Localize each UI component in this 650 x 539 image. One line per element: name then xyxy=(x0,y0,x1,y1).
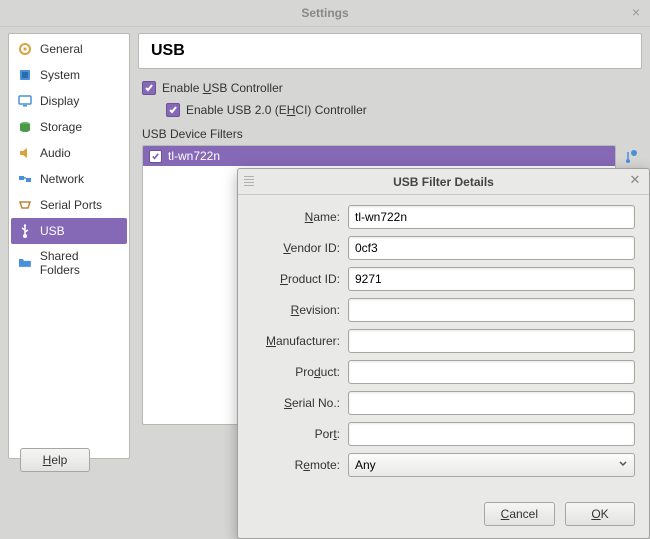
enable-ehci-checkbox[interactable] xyxy=(166,103,180,117)
chip-icon xyxy=(17,67,33,83)
enable-ehci-label: Enable USB 2.0 (EHCI) Controller xyxy=(186,103,367,117)
serial-field[interactable] xyxy=(348,391,635,415)
sidebar-item-label: General xyxy=(40,42,83,56)
sidebar-item-label: Storage xyxy=(40,120,82,134)
window-title: Settings xyxy=(0,6,650,20)
enable-ehci-row: Enable USB 2.0 (EHCI) Controller xyxy=(166,103,642,117)
gear-icon xyxy=(17,41,33,57)
grip-icon xyxy=(244,176,254,188)
remote-select[interactable]: Any xyxy=(348,453,635,477)
sidebar-item-audio[interactable]: Audio xyxy=(11,140,127,166)
filters-section-label: USB Device Filters xyxy=(142,127,642,141)
revision-field[interactable] xyxy=(348,298,635,322)
sidebar-item-usb[interactable]: USB xyxy=(11,218,127,244)
window-titlebar: Settings × xyxy=(0,0,650,27)
usb-filter-details-dialog: USB Filter Details ✕ Name: Vendor ID: Pr… xyxy=(237,168,650,539)
manufacturer-field[interactable] xyxy=(348,329,635,353)
vendor-id-label: Vendor ID: xyxy=(252,241,348,255)
speaker-icon xyxy=(17,145,33,161)
port-field[interactable] xyxy=(348,422,635,446)
port-label: Port: xyxy=(252,427,348,441)
enable-usb-row: Enable USB Controller xyxy=(142,81,642,95)
sidebar-item-general[interactable]: General xyxy=(11,36,127,62)
vendor-id-field[interactable] xyxy=(348,236,635,260)
name-field[interactable] xyxy=(348,205,635,229)
help-button[interactable]: Help xyxy=(20,448,90,472)
product-label: Product: xyxy=(252,365,348,379)
enable-usb-label: Enable USB Controller xyxy=(162,81,283,95)
dialog-close-button[interactable]: ✕ xyxy=(627,173,643,189)
sidebar-item-label: Serial Ports xyxy=(40,198,102,212)
dialog-title: USB Filter Details xyxy=(238,175,649,189)
filter-item-label: tl-wn722n xyxy=(168,149,220,163)
product-id-label: Product ID: xyxy=(252,272,348,286)
page-title: USB xyxy=(138,33,642,69)
disk-icon xyxy=(17,119,33,135)
sidebar-item-storage[interactable]: Storage xyxy=(11,114,127,140)
sidebar-item-label: Display xyxy=(40,94,79,108)
settings-sidebar: General System Display Storage Audio Net… xyxy=(8,33,130,459)
remote-select-value: Any xyxy=(355,458,376,472)
dialog-body: Name: Vendor ID: Product ID: Revision: M… xyxy=(238,195,649,496)
sidebar-item-label: USB xyxy=(40,224,65,238)
network-icon xyxy=(17,171,33,187)
usb-filter-item[interactable]: tl-wn722n xyxy=(143,146,615,166)
sidebar-item-label: Audio xyxy=(40,146,71,160)
sidebar-item-shared-folders[interactable]: Shared Folders xyxy=(11,244,127,282)
manufacturer-label: Manufacturer: xyxy=(252,334,348,348)
usb-icon xyxy=(17,223,33,239)
serial-label: Serial No.: xyxy=(252,396,348,410)
dialog-footer: Cancel OK xyxy=(238,496,649,538)
sidebar-item-network[interactable]: Network xyxy=(11,166,127,192)
revision-label: Revision: xyxy=(252,303,348,317)
sidebar-item-label: Network xyxy=(40,172,84,186)
sidebar-item-display[interactable]: Display xyxy=(11,88,127,114)
filter-item-checkbox[interactable] xyxy=(149,150,162,163)
sidebar-item-serial-ports[interactable]: Serial Ports xyxy=(11,192,127,218)
sidebar-item-system[interactable]: System xyxy=(11,62,127,88)
cancel-button[interactable]: Cancel xyxy=(484,502,555,526)
sidebar-item-label: System xyxy=(40,68,80,82)
name-label: Name: xyxy=(252,210,348,224)
add-empty-filter-button[interactable] xyxy=(620,147,640,167)
folder-icon xyxy=(17,255,33,271)
ok-button[interactable]: OK xyxy=(565,502,635,526)
dialog-titlebar: USB Filter Details ✕ xyxy=(238,169,649,195)
product-id-field[interactable] xyxy=(348,267,635,291)
serial-icon xyxy=(17,197,33,213)
product-field[interactable] xyxy=(348,360,635,384)
monitor-icon xyxy=(17,93,33,109)
remote-label: Remote: xyxy=(252,458,348,472)
chevron-down-icon xyxy=(618,458,628,472)
enable-usb-checkbox[interactable] xyxy=(142,81,156,95)
window-close-button[interactable]: × xyxy=(628,5,644,21)
sidebar-item-label: Shared Folders xyxy=(40,249,121,277)
